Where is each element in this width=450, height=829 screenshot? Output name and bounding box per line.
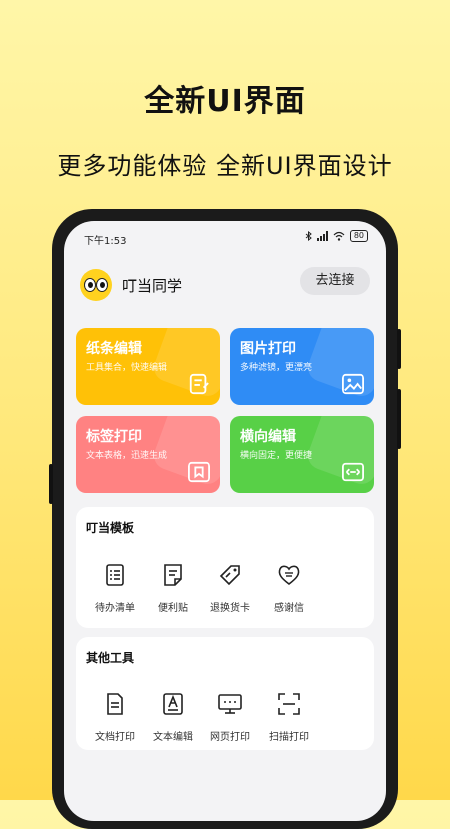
tool-label: 网页打印 bbox=[210, 732, 250, 743]
heart-icon bbox=[278, 565, 300, 586]
card-desc: 多种滤镜，更漂亮 bbox=[240, 363, 313, 373]
landscape-icon bbox=[342, 462, 364, 482]
phone-screen: 下午1:53 80 叮当同学 去连接 纸条编辑 工具集合，快速编辑 图片打印 多… bbox=[64, 221, 386, 821]
connect-button[interactable]: 去连接 bbox=[300, 267, 370, 295]
volume-button bbox=[397, 329, 401, 369]
web-monitor-icon bbox=[218, 694, 242, 714]
tool-label: 退换货卡 bbox=[210, 603, 250, 614]
card-title: 图片打印 bbox=[240, 341, 296, 357]
tool-doc-print[interactable]: 文档打印 bbox=[85, 692, 145, 743]
note-edit-icon bbox=[189, 373, 209, 395]
tool-text-edit[interactable]: 文本编辑 bbox=[143, 692, 203, 743]
card-title: 横向编辑 bbox=[240, 429, 296, 445]
template-return-card[interactable]: 退换货卡 bbox=[200, 563, 260, 614]
checklist-icon bbox=[106, 564, 124, 586]
app-name: 叮当同学 bbox=[122, 277, 183, 295]
tool-label: 文本编辑 bbox=[153, 732, 193, 743]
signal-icon bbox=[316, 231, 328, 241]
promo-subline: 更多功能体验 全新UI界面设计 bbox=[57, 152, 393, 180]
bookmark-icon bbox=[188, 461, 210, 483]
document-icon bbox=[107, 693, 123, 715]
tool-label: 便利贴 bbox=[158, 603, 188, 614]
templates-title: 叮当模板 bbox=[86, 521, 135, 535]
card-note-edit[interactable]: 纸条编辑 工具集合，快速编辑 bbox=[76, 328, 220, 405]
tool-label: 扫描打印 bbox=[269, 732, 309, 743]
app-avatar bbox=[80, 269, 112, 301]
tool-scan-print[interactable]: 扫描打印 bbox=[259, 692, 319, 743]
card-landscape-edit[interactable]: 横向编辑 横向固定，更便捷 bbox=[230, 416, 374, 493]
template-thank-you[interactable]: 感谢信 bbox=[259, 563, 319, 614]
app-header: 叮当同学 去连接 bbox=[80, 265, 370, 307]
card-label-print[interactable]: 标签打印 文本表格，迅速生成 bbox=[76, 416, 220, 493]
scan-icon bbox=[278, 693, 300, 715]
tool-label: 待办清单 bbox=[95, 603, 135, 614]
sticky-note-icon bbox=[164, 564, 182, 586]
battery-indicator: 80 bbox=[349, 230, 368, 242]
side-button bbox=[49, 464, 53, 504]
card-desc: 横向固定，更便捷 bbox=[240, 451, 313, 461]
templates-panel: 叮当模板 待办清单 便利贴 退换货卡 感谢信 bbox=[76, 507, 374, 628]
card-desc: 工具集合，快速编辑 bbox=[86, 363, 168, 373]
card-title: 标签打印 bbox=[86, 429, 142, 445]
tools-panel: 其他工具 文档打印 文本编辑 网页打印 扫描打印 bbox=[76, 637, 374, 750]
template-sticky[interactable]: 便利贴 bbox=[143, 563, 203, 614]
tool-label: 文档打印 bbox=[95, 732, 135, 743]
status-bar: 下午1:53 80 bbox=[64, 221, 386, 251]
phone-frame: 下午1:53 80 叮当同学 去连接 纸条编辑 工具集合，快速编辑 图片打印 多… bbox=[49, 209, 401, 829]
wifi-icon bbox=[333, 231, 345, 241]
power-button bbox=[397, 389, 401, 449]
tools-title: 其他工具 bbox=[86, 651, 135, 665]
card-image-print[interactable]: 图片打印 多种滤镜，更漂亮 bbox=[230, 328, 374, 405]
status-time: 下午1:53 bbox=[84, 236, 127, 247]
text-edit-icon bbox=[163, 693, 183, 715]
promo-headline: 全新UI界面 bbox=[144, 84, 306, 119]
tag-icon bbox=[219, 565, 240, 586]
avatar-eye-left bbox=[84, 278, 96, 292]
card-desc: 文本表格，迅速生成 bbox=[86, 451, 168, 461]
tool-web-print[interactable]: 网页打印 bbox=[200, 692, 260, 743]
bluetooth-icon bbox=[305, 231, 312, 241]
tool-label: 感谢信 bbox=[274, 603, 304, 614]
image-icon bbox=[342, 373, 364, 395]
card-title: 纸条编辑 bbox=[86, 341, 142, 357]
avatar-eye-right bbox=[96, 278, 108, 292]
template-todo[interactable]: 待办清单 bbox=[85, 563, 145, 614]
